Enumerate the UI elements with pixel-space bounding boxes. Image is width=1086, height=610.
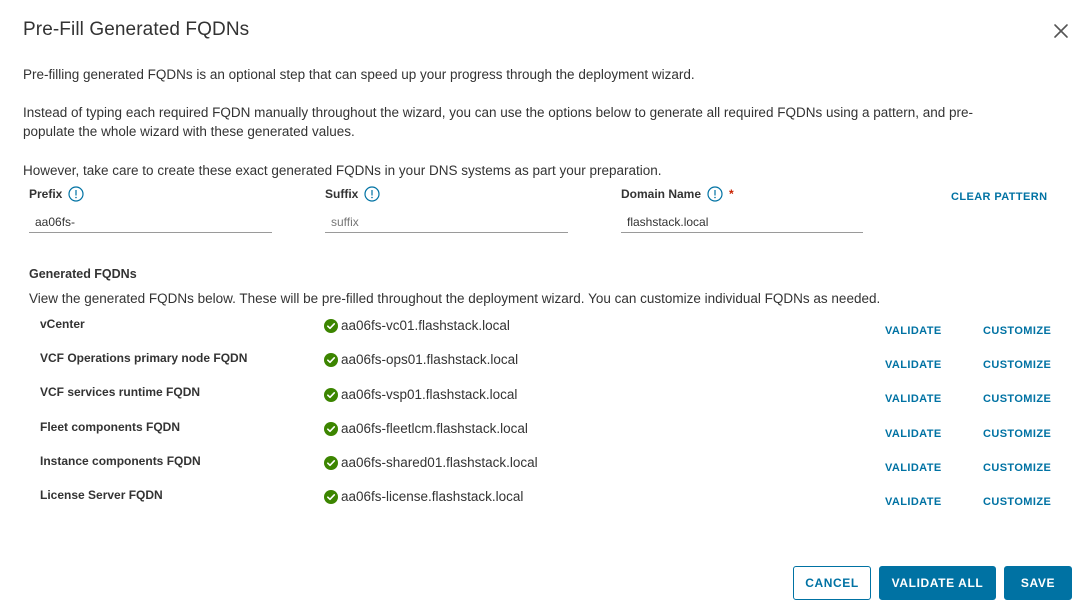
intro-text-3: However, take care to create these exact… xyxy=(23,163,662,178)
validate-button[interactable]: VALIDATE xyxy=(885,496,942,508)
domain-label-group: Domain Name * xyxy=(621,186,734,202)
prefix-input[interactable] xyxy=(29,211,272,233)
fqdn-row-value: aa06fs-vsp01.flashstack.local xyxy=(341,387,518,402)
customize-button[interactable]: CUSTOMIZE xyxy=(983,359,1051,371)
validate-button[interactable]: VALIDATE xyxy=(885,462,942,474)
required-marker: * xyxy=(729,187,734,201)
domain-label: Domain Name xyxy=(621,187,702,201)
customize-button[interactable]: CUSTOMIZE xyxy=(983,428,1051,440)
check-circle-icon xyxy=(324,455,338,470)
suffix-label-group: Suffix xyxy=(325,186,380,202)
customize-button[interactable]: CUSTOMIZE xyxy=(983,325,1051,337)
prefix-label-group: Prefix xyxy=(29,186,84,202)
close-button[interactable] xyxy=(1050,20,1072,42)
generated-fqdns-description: View the generated FQDNs below. These wi… xyxy=(29,291,881,306)
fqdn-row-label: Fleet components FQDN xyxy=(40,420,181,434)
info-icon[interactable] xyxy=(68,186,84,202)
fqdn-row-label: VCF Operations primary node FQDN xyxy=(40,351,248,365)
fqdn-row-label: vCenter xyxy=(40,317,85,331)
generated-fqdns-title: Generated FQDNs xyxy=(29,267,137,281)
validate-button[interactable]: VALIDATE xyxy=(885,393,942,405)
fqdn-row-value-group: aa06fs-license.flashstack.local xyxy=(324,489,523,504)
prefix-label: Prefix xyxy=(29,187,63,201)
check-circle-icon xyxy=(324,489,338,504)
fqdn-row-value: aa06fs-license.flashstack.local xyxy=(341,489,524,504)
suffix-label: Suffix xyxy=(325,187,359,201)
fqdn-row-value-group: aa06fs-vsp01.flashstack.local xyxy=(324,387,517,402)
pre-fill-fqdn-dialog: Pre-Fill Generated FQDNs Pre-filling gen… xyxy=(0,0,1086,610)
check-circle-icon xyxy=(324,352,338,367)
fqdn-row-label: Instance components FQDN xyxy=(40,454,201,468)
info-icon[interactable] xyxy=(364,186,380,202)
fqdn-row-value-group: aa06fs-shared01.flashstack.local xyxy=(324,455,538,470)
fqdn-row-value: aa06fs-vc01.flashstack.local xyxy=(341,318,510,333)
validate-button[interactable]: VALIDATE xyxy=(885,428,942,440)
domain-name-input[interactable] xyxy=(621,211,863,233)
intro-text-2b: populate the whole wizard with these gen… xyxy=(23,124,355,139)
fqdn-row-value-group: aa06fs-ops01.flashstack.local xyxy=(324,352,518,367)
save-button[interactable]: SAVE xyxy=(1004,566,1072,600)
check-circle-icon xyxy=(324,421,338,436)
info-icon[interactable] xyxy=(707,186,723,202)
fqdn-row-value-group: aa06fs-fleetlcm.flashstack.local xyxy=(324,421,528,436)
check-circle-icon xyxy=(324,318,338,333)
intro-text-2a: Instead of typing each required FQDN man… xyxy=(23,105,974,120)
intro-text-1: Pre-filling generated FQDNs is an option… xyxy=(23,67,695,82)
fqdn-row-value-group: aa06fs-vc01.flashstack.local xyxy=(324,318,510,333)
fqdn-row-label: VCF services runtime FQDN xyxy=(40,385,201,399)
fqdn-row-value: aa06fs-ops01.flashstack.local xyxy=(341,352,519,367)
customize-button[interactable]: CUSTOMIZE xyxy=(983,393,1051,405)
cancel-button[interactable]: CANCEL xyxy=(793,566,871,600)
customize-button[interactable]: CUSTOMIZE xyxy=(983,462,1051,474)
check-circle-icon xyxy=(324,387,338,402)
validate-all-button[interactable]: VALIDATE ALL xyxy=(879,566,996,600)
validate-button[interactable]: VALIDATE xyxy=(885,359,942,371)
fqdn-row-value: aa06fs-fleetlcm.flashstack.local xyxy=(341,421,528,436)
validate-button[interactable]: VALIDATE xyxy=(885,325,942,337)
suffix-input[interactable] xyxy=(325,211,568,233)
fqdn-row-label: License Server FQDN xyxy=(40,488,163,502)
clear-pattern-button[interactable]: CLEAR PATTERN xyxy=(951,191,1047,203)
close-icon xyxy=(1054,24,1068,38)
customize-button[interactable]: CUSTOMIZE xyxy=(983,496,1051,508)
fqdn-row-value: aa06fs-shared01.flashstack.local xyxy=(341,455,538,470)
dialog-title: Pre-Fill Generated FQDNs xyxy=(23,19,250,40)
